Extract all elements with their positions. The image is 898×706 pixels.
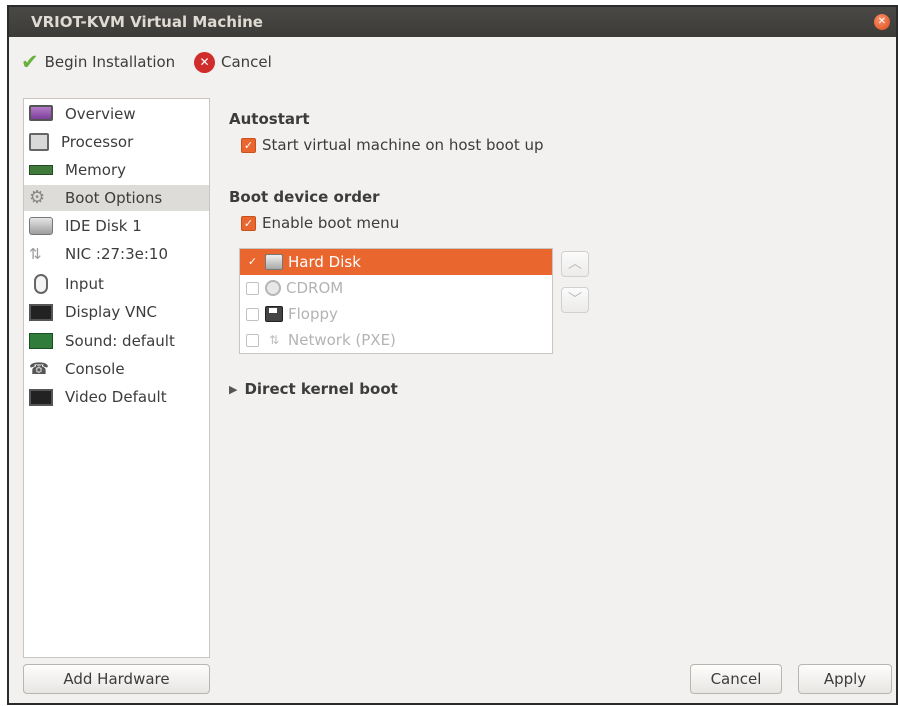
direct-kernel-boot-expander[interactable]: ▶ Direct kernel boot [229, 380, 398, 398]
sidebar-item-processor[interactable]: Processor [24, 129, 209, 155]
disk-icon [29, 217, 53, 235]
boot-device-checkbox[interactable]: ✓ [246, 256, 259, 269]
sidebar-item-label: IDE Disk 1 [65, 217, 142, 235]
sidebar-item-label: Video Default [65, 388, 167, 406]
boot-device-list: ✓ Hard Disk CDROM Floppy ⇅ Network (PXE) [239, 248, 553, 354]
display-icon [29, 303, 53, 321]
begin-installation-button[interactable]: ✔ Begin Installation [21, 49, 175, 75]
network-icon: ⇅ [29, 245, 42, 263]
cancel-icon: ✕ [194, 51, 215, 73]
chevron-down-icon: ﹀ [568, 292, 582, 308]
sidebar-item-label: Console [65, 360, 125, 378]
sidebar-item-nic[interactable]: ⇅ NIC :27:3e:10 [24, 241, 209, 267]
boot-device-floppy[interactable]: Floppy [240, 301, 552, 327]
network-icon: ⇅ [268, 333, 280, 347]
sidebar-item-console[interactable]: ☎ Console [24, 356, 209, 382]
boot-device-checkbox[interactable] [246, 281, 259, 295]
autostart-checkbox[interactable]: ✓ [241, 137, 256, 153]
vm-details-window: VRIOT-KVM Virtual Machine ✕ ✔ Begin Inst… [7, 5, 898, 705]
boot-device-network[interactable]: ⇅ Network (PXE) [240, 327, 552, 353]
autostart-checkbox-label: Start virtual machine on host boot up [262, 136, 544, 154]
move-down-button[interactable]: ﹀ [561, 287, 589, 313]
cancel-button[interactable]: Cancel [690, 664, 782, 694]
sidebar-item-label: Processor [61, 133, 134, 151]
sidebar-item-label: Boot Options [65, 189, 163, 207]
direct-kernel-boot-label: Direct kernel boot [244, 380, 398, 398]
sidebar-item-label: Overview [65, 105, 136, 123]
boot-device-hard-disk[interactable]: ✓ Hard Disk [240, 249, 552, 275]
checkmark-icon: ✔ [21, 50, 39, 74]
sidebar-item-label: Memory [65, 161, 127, 179]
enable-boot-menu-checkbox[interactable]: ✓ [241, 215, 256, 231]
boot-order-heading: Boot device order [229, 188, 380, 206]
add-hardware-button[interactable]: Add Hardware [23, 664, 210, 694]
processor-icon [29, 133, 49, 151]
cdrom-icon [265, 280, 281, 296]
toolbar: ✔ Begin Installation ✕ Cancel [9, 37, 896, 89]
toolbar-cancel-label: Cancel [221, 53, 272, 71]
sidebar-item-boot-options[interactable]: ⚙ Boot Options [24, 185, 209, 211]
enable-boot-menu-label: Enable boot menu [262, 214, 400, 232]
sidebar-item-video[interactable]: Video Default [24, 384, 209, 410]
monitor-icon [29, 105, 53, 121]
video-icon [29, 388, 53, 406]
boot-device-checkbox[interactable] [246, 333, 259, 347]
window-title: VRIOT-KVM Virtual Machine [31, 13, 263, 31]
toolbar-cancel-button[interactable]: ✕ Cancel [194, 49, 272, 75]
sidebar-item-label: Sound: default [65, 332, 175, 350]
floppy-icon [265, 306, 283, 322]
expander-triangle-icon: ▶ [229, 382, 238, 396]
hardware-list: Overview Processor Memory ⚙ Boot Options… [23, 98, 210, 658]
boot-device-cdrom[interactable]: CDROM [240, 275, 552, 301]
boot-device-checkbox[interactable] [246, 307, 259, 321]
gears-icon: ⚙ [29, 187, 46, 208]
hard-disk-icon [265, 254, 283, 270]
title-bar: VRIOT-KVM Virtual Machine ✕ [9, 7, 896, 37]
sidebar-item-label: Input [65, 275, 104, 293]
chevron-up-icon: ︿ [568, 256, 582, 272]
console-icon: ☎ [29, 359, 49, 378]
sidebar-item-sound[interactable]: Sound: default [24, 328, 209, 354]
sidebar-item-input[interactable]: Input [24, 271, 209, 297]
sidebar-item-overview[interactable]: Overview [24, 101, 209, 127]
sidebar-item-label: Display VNC [65, 303, 158, 321]
sidebar-item-display-vnc[interactable]: Display VNC [24, 299, 209, 325]
autostart-heading: Autostart [229, 110, 310, 128]
sound-card-icon [29, 333, 53, 349]
sidebar-item-memory[interactable]: Memory [24, 157, 209, 183]
enable-boot-menu-row[interactable]: ✓ Enable boot menu [241, 214, 399, 232]
boot-device-label: CDROM [286, 279, 344, 297]
close-icon[interactable]: ✕ [874, 14, 890, 30]
mouse-icon [34, 274, 48, 294]
memory-icon [29, 165, 53, 175]
autostart-checkbox-row[interactable]: ✓ Start virtual machine on host boot up [241, 136, 544, 154]
move-up-button[interactable]: ︿ [561, 251, 589, 277]
boot-device-label: Floppy [288, 305, 338, 323]
begin-installation-label: Begin Installation [44, 53, 176, 71]
boot-device-label: Network (PXE) [288, 331, 396, 349]
apply-button[interactable]: Apply [798, 664, 892, 694]
sidebar-item-ide-disk[interactable]: IDE Disk 1 [24, 213, 209, 239]
boot-device-label: Hard Disk [288, 253, 361, 271]
boot-options-panel: Autostart ✓ Start virtual machine on hos… [229, 98, 889, 658]
sidebar-item-label: NIC :27:3e:10 [65, 245, 168, 263]
